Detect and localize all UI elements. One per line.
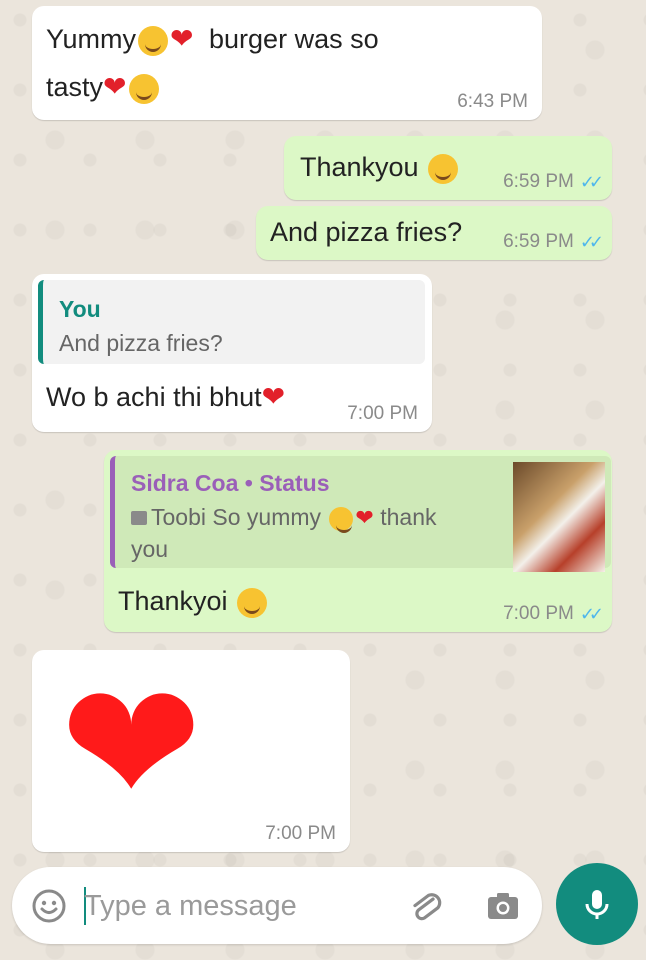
- message-meta: 7:00 PM: [265, 824, 336, 844]
- message-text: And pizza fries?: [270, 217, 463, 247]
- status-author: Sidra Coa • Status: [131, 470, 330, 496]
- quoted-text: And pizza fries?: [59, 330, 223, 356]
- image-icon: [131, 511, 147, 525]
- heart-icon: ❤: [170, 22, 194, 55]
- microphone-icon: [585, 890, 609, 919]
- message-outgoing-status-reply[interactable]: Sidra Coa • Status Toobi So yummy ❤ than…: [104, 450, 612, 632]
- message-time: 6:43 PM: [457, 91, 528, 112]
- heart-eyes-face-icon: [128, 73, 159, 104]
- smiling-hearts-face-icon: [329, 506, 354, 533]
- message-meta: 6:43 PM: [457, 92, 528, 112]
- message-text: burger was so: [209, 24, 379, 54]
- voice-record-button[interactable]: [556, 863, 638, 945]
- quoted-message[interactable]: You And pizza fries?: [38, 280, 425, 364]
- message-meta: 7:00 PM: [347, 404, 418, 424]
- composer-bar: [0, 855, 646, 960]
- attach-button[interactable]: [404, 885, 446, 927]
- double-check-icon: ✓✓: [579, 172, 604, 192]
- composer-pill: [12, 867, 542, 944]
- message-outgoing[interactable]: And pizza fries? 6:59 PM ✓✓: [256, 206, 612, 260]
- heart-icon: ❤: [355, 506, 374, 531]
- camera-button[interactable]: [482, 885, 524, 927]
- heart-icon: ❤: [60, 646, 203, 844]
- status-text: you: [131, 536, 169, 562]
- message-text: Thankyoi: [118, 586, 228, 616]
- message-time: 6:59 PM: [503, 171, 574, 192]
- message-incoming-reply[interactable]: You And pizza fries? Wo b achi thi bhut❤…: [32, 274, 432, 432]
- message-text: Thankyou: [300, 152, 419, 182]
- message-time: 6:59 PM: [503, 231, 574, 252]
- message-meta: 6:59 PM ✓✓: [503, 231, 604, 253]
- heart-icon: ❤: [261, 380, 286, 413]
- smiling-hearts-face-icon: [237, 587, 268, 618]
- double-check-icon: ✓✓: [579, 604, 604, 624]
- message-meta: 7:00 PM ✓✓: [503, 603, 604, 625]
- status-text: thank: [380, 504, 437, 530]
- message-text: Wo b achi thi bhut: [46, 382, 262, 412]
- message-text: tasty: [46, 72, 104, 102]
- quoted-author: You: [59, 296, 101, 322]
- emoji-button[interactable]: [30, 887, 68, 925]
- smiling-hearts-face-icon: [138, 25, 169, 56]
- message-time: 7:00 PM: [347, 403, 418, 424]
- message-input[interactable]: [82, 885, 386, 927]
- message-time: 7:00 PM: [265, 823, 336, 844]
- camera-icon: [488, 893, 518, 919]
- double-check-icon: ✓✓: [579, 232, 604, 252]
- message-time: 7:00 PM: [503, 603, 574, 624]
- quoted-status[interactable]: Sidra Coa • Status Toobi So yummy ❤ than…: [110, 456, 611, 572]
- smiling-hearts-face-icon: [428, 153, 459, 184]
- attachment-icon: [413, 893, 442, 921]
- message-meta: 6:59 PM ✓✓: [503, 171, 604, 193]
- message-text: Yummy: [46, 24, 137, 54]
- message-incoming[interactable]: Yummy ❤ burger was so tasty❤ 6:43 PM: [32, 6, 542, 120]
- message-outgoing[interactable]: Thankyou 6:59 PM ✓✓: [284, 136, 612, 200]
- smiley-icon: [32, 889, 66, 923]
- status-text: Toobi So yummy: [151, 504, 322, 530]
- message-incoming-emoji[interactable]: ❤ 7:00 PM: [32, 650, 350, 852]
- status-thumbnail[interactable]: [513, 462, 605, 572]
- heart-icon: ❤: [103, 70, 127, 103]
